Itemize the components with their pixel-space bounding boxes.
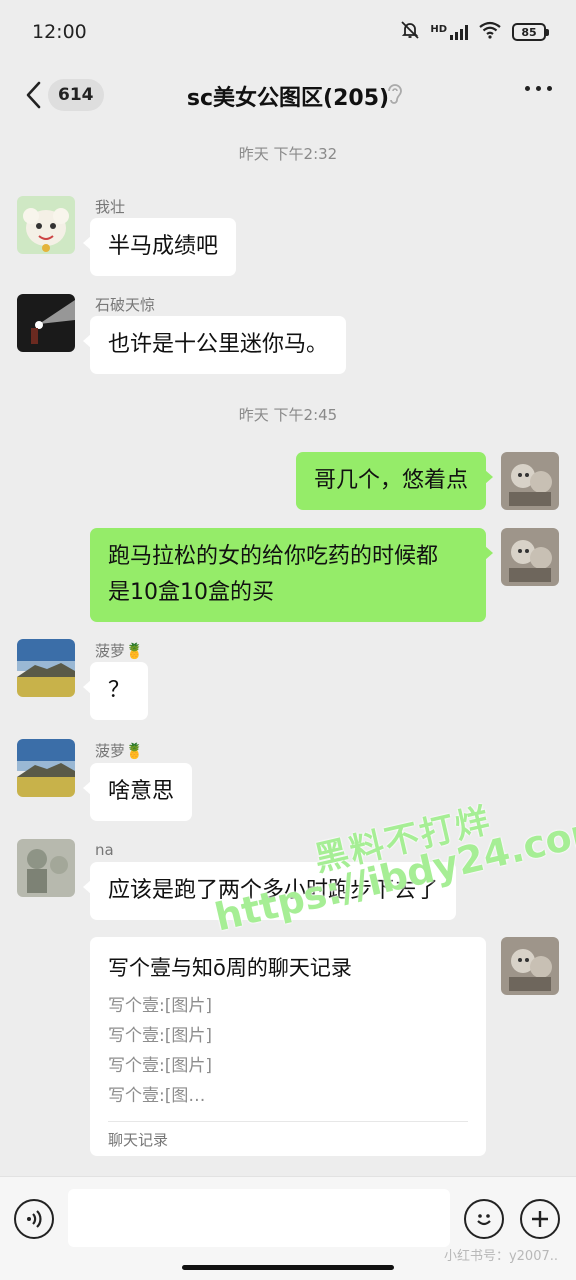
bell-muted-icon — [400, 20, 420, 44]
message-bubble[interactable]: 应该是跑了两个多小时跑步下去了 — [82, 862, 457, 920]
avatar-boluo[interactable] — [17, 739, 75, 797]
sender-name: 我壮 — [95, 198, 126, 216]
chat-record-line: 写个壹:[图… — [108, 1086, 206, 1106]
chat-record-footer: 聊天记录 — [108, 1121, 468, 1159]
plus-icon — [532, 1211, 548, 1227]
status-bar: 12:00 HD 85 — [0, 0, 576, 64]
home-indicator — [182, 1265, 394, 1270]
message-bubble-self[interactable]: 哥几个，悠着点 — [295, 452, 494, 510]
voice-icon — [27, 1210, 42, 1228]
message-input[interactable] — [68, 1189, 450, 1247]
chat-record-line: 写个壹:[图片] — [108, 1056, 212, 1076]
signal-icon: HD — [430, 24, 468, 40]
chat-header: 614 sc美女公图区(205) — [0, 64, 576, 126]
message-bubble[interactable]: ？ — [82, 662, 149, 720]
ear-icon — [386, 82, 404, 110]
chat-record-card[interactable]: 写个壹与知ō周的聊天记录 写个壹:[图片] 写个壹:[图片] 写个壹:[图片] … — [90, 937, 486, 1156]
avatar-self[interactable] — [501, 937, 559, 995]
chat-title: sc美女公图区(205) — [186, 86, 390, 111]
plus-button[interactable] — [520, 1199, 560, 1239]
chat-record-line: 写个壹:[图片] — [108, 996, 212, 1016]
sender-name: 菠萝🍍 — [95, 742, 144, 760]
message-bubble[interactable]: 也许是十公里迷你马。 — [82, 316, 347, 374]
message-bubble[interactable]: 半马成绩吧 — [82, 218, 237, 276]
avatar-self[interactable] — [501, 452, 559, 510]
message-line: 是10盒10盒的买 — [108, 580, 274, 605]
battery-level: 85 — [521, 25, 537, 39]
message-line: 跑马拉松的女的给你吃药的时候都 — [108, 544, 439, 569]
message-bubble[interactable]: 啥意思 — [82, 763, 193, 821]
wifi-icon — [478, 21, 502, 43]
more-dots-icon[interactable] — [525, 86, 552, 91]
network-label: HD — [430, 24, 447, 35]
time-divider: 昨天 下午2:32 — [238, 145, 338, 163]
avatar-wozhuang[interactable] — [17, 196, 75, 254]
avatar-boluo[interactable] — [17, 639, 75, 697]
emoji-button[interactable] — [464, 1199, 504, 1239]
avatar-self[interactable] — [501, 528, 559, 586]
chat-record-line: 写个壹:[图片] — [108, 1026, 212, 1046]
avatar-na[interactable] — [17, 839, 75, 897]
status-icons: HD 85 — [400, 20, 549, 44]
time-divider: 昨天 下午2:45 — [238, 406, 338, 424]
emoji-icon — [477, 1214, 491, 1226]
sender-name: 菠萝🍍 — [95, 642, 144, 660]
sender-name: na — [95, 841, 114, 859]
status-time: 12:00 — [32, 21, 87, 43]
message-bubble-self[interactable]: 跑马拉松的女的给你吃药的时候都 是10盒10盒的买 — [90, 528, 493, 622]
voice-button[interactable] — [14, 1199, 54, 1239]
battery-icon: 85 — [512, 23, 549, 41]
sender-name: 石破天惊 — [95, 296, 156, 314]
source-watermark: 小红书号：y2007.. — [443, 1249, 558, 1264]
avatar-shipotianjing[interactable] — [17, 294, 75, 352]
chat-record-title: 写个壹与知ō周的聊天记录 — [108, 956, 352, 980]
